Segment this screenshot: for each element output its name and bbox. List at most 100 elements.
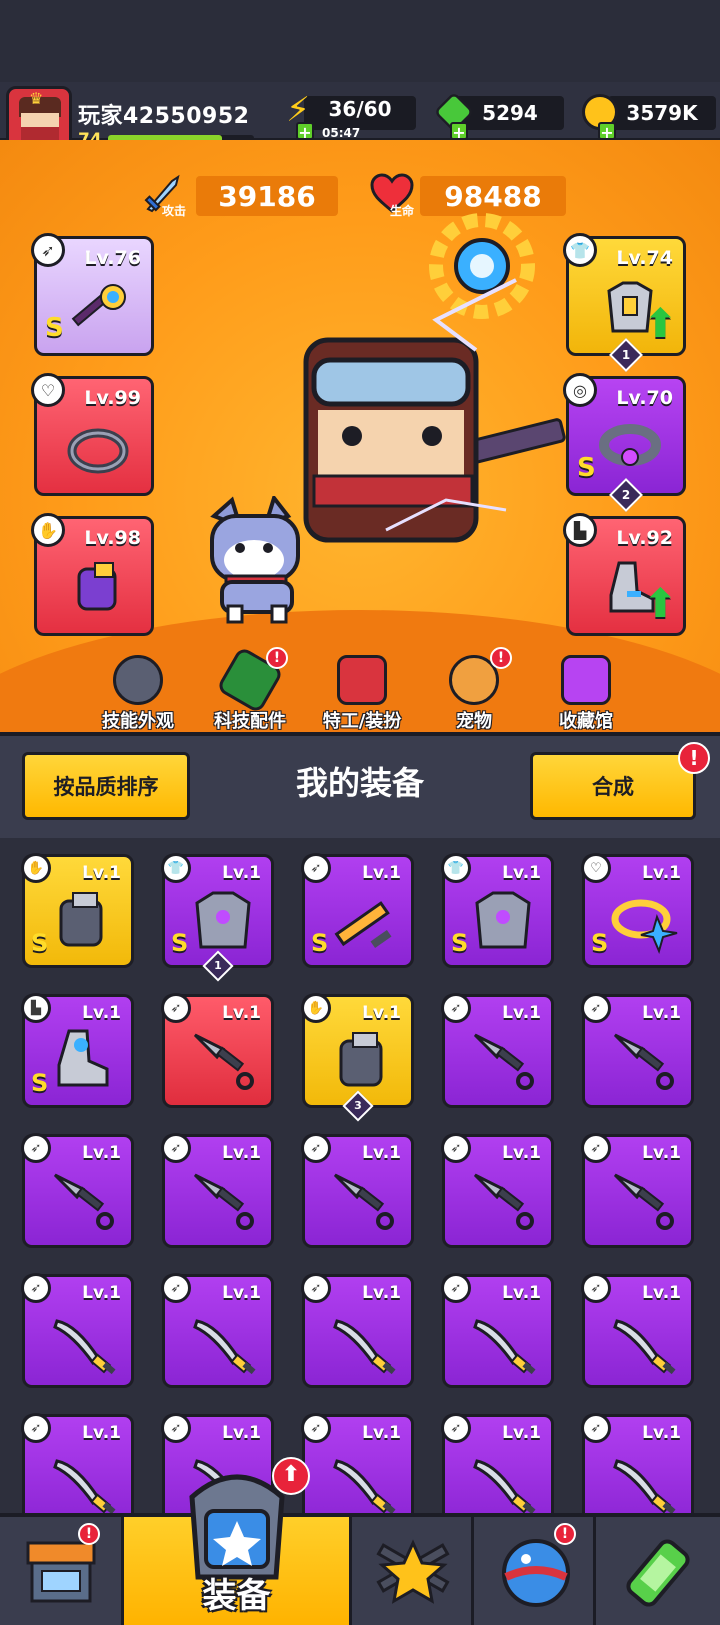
- inventory-item[interactable]: ➶ Lv.1: [161, 993, 274, 1108]
- equipped-boots-level: Lv.92: [616, 527, 673, 549]
- item-level: Lv.1: [642, 1283, 681, 1303]
- player-name: 玩家42550952: [78, 104, 250, 129]
- item-level: Lv.1: [502, 863, 541, 883]
- inventory-item[interactable]: ➶ Lv.1 S: [301, 853, 414, 968]
- necklace-type-icon: ♡: [31, 373, 65, 407]
- item-type-icon: ➶: [161, 1133, 191, 1163]
- inventory-item[interactable]: ➶ Lv.1: [441, 1133, 554, 1248]
- kunai-icon: [193, 1173, 254, 1230]
- spiked-collar-icon: [67, 428, 129, 474]
- inventory-item[interactable]: ➶ Lv.1: [441, 1413, 554, 1513]
- armor-icon: [195, 891, 251, 949]
- equipped-armor-level: Lv.74: [616, 247, 673, 269]
- feature-skill-skin[interactable]: 技能外观: [88, 655, 188, 733]
- item-level: Lv.1: [82, 1423, 121, 1443]
- alert-badge: !: [554, 1523, 576, 1545]
- inventory-item[interactable]: ✋ Lv.1 S: [21, 853, 134, 968]
- feature-agent-outfit[interactable]: 特工/装扮: [312, 655, 412, 733]
- inventory-item[interactable]: ➶ Lv.1: [161, 1133, 274, 1248]
- inventory-item[interactable]: ➶ Lv.1: [581, 1413, 694, 1513]
- item-level: Lv.1: [362, 1143, 401, 1163]
- kunai-icon: [333, 1173, 394, 1230]
- battle-icon: [376, 1539, 450, 1604]
- inventory-item[interactable]: ➶ Lv.1: [581, 993, 694, 1108]
- item-level: Lv.1: [222, 1283, 261, 1303]
- alert-badge: !: [78, 1523, 100, 1545]
- item-type-icon: ➶: [581, 1273, 611, 1303]
- feature-tech-parts[interactable]: 科技配件 !: [200, 645, 300, 733]
- energy-counter[interactable]: 36/60: [304, 96, 416, 130]
- upgrade-arrow-icon: ⬆: [643, 301, 677, 347]
- item-type-icon: ▙: [21, 993, 51, 1023]
- feature-pet[interactable]: 宠物 !: [424, 647, 524, 733]
- gauntlet-icon: [339, 1032, 383, 1087]
- item-type-icon: ➶: [301, 1413, 331, 1443]
- inventory-item[interactable]: ➶ Lv.1: [301, 1273, 414, 1388]
- feature-label: 科技配件: [214, 711, 286, 732]
- inventory-item[interactable]: ➶ Lv.1: [21, 1133, 134, 1248]
- inventory-item[interactable]: ➶ Lv.1: [21, 1273, 134, 1388]
- item-level: Lv.1: [82, 1283, 121, 1303]
- staff-icon: [71, 284, 126, 327]
- inventory-item[interactable]: ➶ Lv.1: [441, 993, 554, 1108]
- gem-counter[interactable]: 5294: [456, 96, 564, 130]
- equipped-necklace-slot[interactable]: ♡ Lv.99: [31, 373, 154, 496]
- item-level: Lv.1: [362, 1283, 401, 1303]
- energy-timer: 05:47: [322, 126, 361, 140]
- coin-add-button[interactable]: +: [598, 122, 616, 142]
- inventory-item[interactable]: ♡ Lv.1 S: [581, 853, 694, 968]
- coin-counter[interactable]: 3579K: [608, 96, 716, 130]
- armor-icon: [475, 891, 531, 949]
- inventory-item[interactable]: ✋ Lv.1 3: [301, 993, 414, 1122]
- inventory-item[interactable]: ➶ Lv.1: [581, 1133, 694, 1248]
- item-type-icon: ➶: [581, 993, 611, 1023]
- feature-label: 特工/装扮: [322, 711, 402, 732]
- kunai-icon: [473, 1033, 534, 1090]
- inventory-item[interactable]: ➶ Lv.1: [581, 1273, 694, 1388]
- katana-icon: [613, 1459, 676, 1513]
- nav-dna[interactable]: [596, 1517, 720, 1625]
- gauntlet-icon: [77, 562, 117, 611]
- item-level: Lv.1: [82, 1143, 121, 1163]
- equipped-necklace-level: Lv.99: [84, 387, 141, 409]
- item-type-icon: ➶: [21, 1133, 51, 1163]
- katana-icon: [333, 1319, 396, 1375]
- item-level: Lv.1: [362, 863, 401, 883]
- inventory-item[interactable]: ➶ Lv.1: [301, 1413, 414, 1513]
- item-type-icon: ➶: [21, 1413, 51, 1443]
- nav-equipment[interactable]: ⬆ 装备: [124, 1457, 352, 1625]
- kunai-icon: [613, 1173, 674, 1230]
- item-level: Lv.1: [502, 1003, 541, 1023]
- merge-button[interactable]: 合成: [530, 752, 696, 820]
- item-type-icon: ➶: [21, 1273, 51, 1303]
- item-type-icon: ✋: [301, 993, 331, 1023]
- agent-outfit-icon: [337, 655, 387, 705]
- equipped-weapon-slot[interactable]: ➶ Lv.76 S: [31, 233, 154, 356]
- katana-icon: [473, 1459, 536, 1513]
- nav-equipment-label: 装备: [202, 1576, 271, 1616]
- gem-add-button[interactable]: +: [450, 122, 468, 142]
- inventory-item[interactable]: 👕 Lv.1 S 1: [161, 853, 274, 982]
- equipped-gloves-slot[interactable]: ✋ Lv.98: [31, 513, 154, 636]
- inventory-item[interactable]: ➶ Lv.1: [21, 1413, 134, 1513]
- nav-planet[interactable]: !: [474, 1517, 596, 1625]
- nav-battle[interactable]: [352, 1517, 474, 1625]
- upgrade-arrow-icon: ⬆: [643, 581, 677, 627]
- energy-add-button[interactable]: +: [296, 122, 314, 142]
- nav-shop[interactable]: !: [0, 1517, 124, 1625]
- item-type-icon: ➶: [301, 853, 331, 883]
- item-level: Lv.1: [502, 1423, 541, 1443]
- feature-collection[interactable]: 收藏馆: [536, 655, 636, 733]
- item-type-icon: 👕: [161, 853, 191, 883]
- sort-by-quality-button[interactable]: 按品质排序: [22, 752, 190, 820]
- inventory-item[interactable]: ▙ Lv.1 S: [21, 993, 134, 1108]
- inventory-item[interactable]: 👕 Lv.1 S: [441, 853, 554, 968]
- inventory-item[interactable]: ➶ Lv.1: [301, 1133, 414, 1248]
- item-type-icon: ➶: [581, 1413, 611, 1443]
- pet-dog[interactable]: [192, 496, 322, 626]
- item-type-icon: ♡: [581, 853, 611, 883]
- inventory-item[interactable]: ➶ Lv.1: [441, 1273, 554, 1388]
- inventory-item[interactable]: ➶ Lv.1: [161, 1273, 274, 1388]
- boot-icon: [57, 1029, 109, 1087]
- item-rarity: S: [451, 929, 469, 957]
